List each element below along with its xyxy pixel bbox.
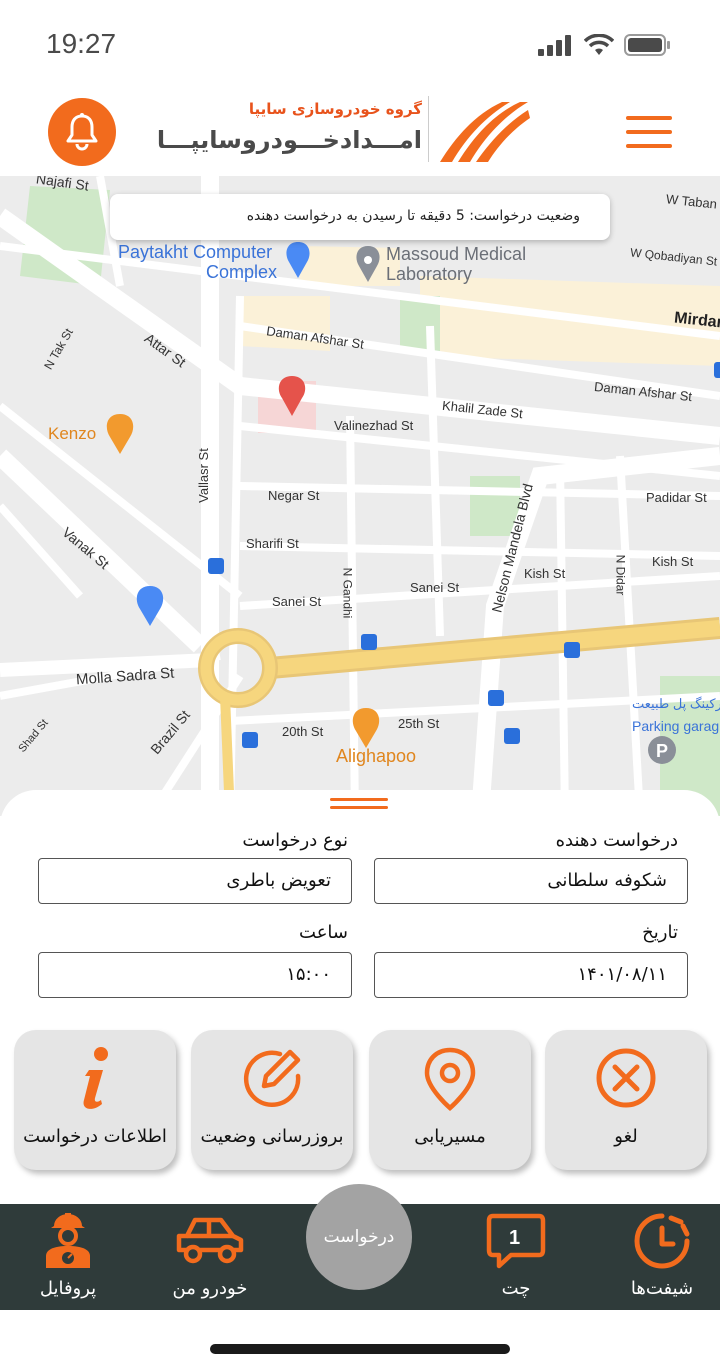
- poi-label: Paytakht Computer: [118, 242, 273, 262]
- brand-title: امـــدادخـــودروسایپـــا: [156, 126, 422, 154]
- map-canvas: P: [0, 176, 720, 816]
- status-time: 19:27: [46, 28, 117, 59]
- info-icon: [83, 1047, 108, 1109]
- street-label: Padidar St: [646, 490, 707, 505]
- menu-icon: [626, 116, 672, 120]
- navigate-button[interactable]: مسیریابی: [369, 1030, 531, 1170]
- poi-label: Massoud Medical: [386, 244, 527, 264]
- nav-my-car[interactable]: خودرو من: [150, 1212, 270, 1299]
- status-bar: 19:27: [0, 0, 720, 90]
- bell-icon: [66, 113, 98, 151]
- poi-label: پارکینگ پل طبیعت: [632, 696, 720, 711]
- time-label: ساعت: [299, 922, 348, 943]
- navigate-button-label: مسیریابی: [414, 1126, 486, 1147]
- cancel-button[interactable]: لغو: [545, 1030, 707, 1170]
- menu-button[interactable]: [626, 116, 672, 152]
- nav-my-car-label: خودرو من: [172, 1278, 248, 1299]
- poi-label: Laboratory: [386, 264, 473, 284]
- street-label: Kish St: [524, 566, 566, 581]
- street-label: 20th St: [282, 724, 324, 739]
- date-field[interactable]: ۱۴۰۱/۰۸/۱۱: [374, 952, 688, 998]
- battery-icon: [624, 34, 670, 56]
- street-label: Sanei St: [272, 594, 322, 609]
- request-status-toast: وضعیت درخواست: 5 دقیقه تا رسیدن به درخوا…: [110, 194, 610, 240]
- nav-profile[interactable]: پروفایل: [8, 1212, 128, 1299]
- date-label: تاریخ: [642, 922, 678, 943]
- time-field[interactable]: ۱۵:۰۰: [38, 952, 352, 998]
- nav-profile-label: پروفایل: [39, 1278, 97, 1299]
- location-pin-icon: [424, 1047, 476, 1111]
- street-label: Vallasr St: [195, 448, 211, 503]
- requester-field[interactable]: شکوفه سلطانی: [374, 858, 688, 904]
- street-label: Sharifi St: [246, 536, 299, 551]
- cancel-button-label: لغو: [614, 1126, 638, 1147]
- brand-name: گروه خودروسازی سایپا امـــدادخـــودروسای…: [156, 94, 436, 154]
- update-status-button-label: بروزرسانی وضعیت: [200, 1126, 344, 1147]
- brand-subtitle: گروه خودروسازی سایپا: [248, 100, 422, 118]
- street-label: 25th St: [398, 716, 440, 731]
- notifications-button[interactable]: [48, 98, 116, 166]
- chat-badge: 1: [509, 1227, 520, 1249]
- app-header: گروه خودروسازی سایپا امـــدادخـــودروسای…: [0, 90, 720, 176]
- street-label: N Gandhi: [340, 567, 355, 619]
- nav-chat-label: چت: [501, 1278, 531, 1299]
- request-type-label: نوع درخواست: [242, 830, 348, 851]
- status-icons: [538, 34, 672, 56]
- worker-profile-icon: [46, 1213, 90, 1268]
- nav-chat[interactable]: 1 چت: [456, 1212, 576, 1299]
- street-label: Kish St: [652, 554, 694, 569]
- request-info-button-label: اطلاعات درخواست: [23, 1126, 167, 1147]
- poi-label: Alighapoo: [336, 746, 417, 766]
- poi-label: Kenzo: [48, 424, 97, 443]
- edit-icon: [243, 1049, 301, 1107]
- nav-request-button[interactable]: درخواست: [306, 1184, 412, 1290]
- map-view[interactable]: P Najafi St W Taban W Qobadiyan St Mirda…: [0, 176, 720, 816]
- poi-label: Complex: [206, 262, 278, 282]
- signal-icon: [538, 35, 571, 56]
- bottom-navigation: شیفت‌ها 1 چت درخواست خودرو من پروفایل: [0, 1184, 720, 1310]
- requester-label: درخواست دهنده: [555, 830, 678, 851]
- svg-text:P: P: [656, 741, 668, 761]
- street-label: Sanei St: [410, 580, 460, 595]
- saipa-logo-icon: [440, 102, 530, 162]
- update-status-button[interactable]: بروزرسانی وضعیت: [191, 1030, 353, 1170]
- street-label: N Didar: [613, 554, 628, 596]
- request-info-button[interactable]: اطلاعات درخواست: [14, 1030, 176, 1170]
- brand-divider: [428, 96, 429, 162]
- poi-label: Parking garag: [632, 718, 720, 734]
- request-details-sheet: درخواست دهنده شکوفه سلطانی نوع درخواست ت…: [0, 790, 720, 1210]
- street-label: Negar St: [268, 488, 320, 503]
- car-icon: [176, 1217, 244, 1264]
- wifi-icon: [584, 34, 614, 55]
- chat-icon: 1: [486, 1213, 546, 1269]
- nav-shifts[interactable]: شیفت‌ها: [602, 1212, 720, 1299]
- cancel-icon: [596, 1048, 656, 1108]
- request-type-field[interactable]: تعویض باطری: [38, 858, 352, 904]
- clock-icon: [634, 1213, 690, 1269]
- sheet-drag-handle[interactable]: [330, 798, 388, 814]
- nav-shifts-label: شیفت‌ها: [630, 1278, 694, 1299]
- street-label: Valinezhad St: [334, 418, 414, 433]
- home-indicator: [210, 1344, 510, 1354]
